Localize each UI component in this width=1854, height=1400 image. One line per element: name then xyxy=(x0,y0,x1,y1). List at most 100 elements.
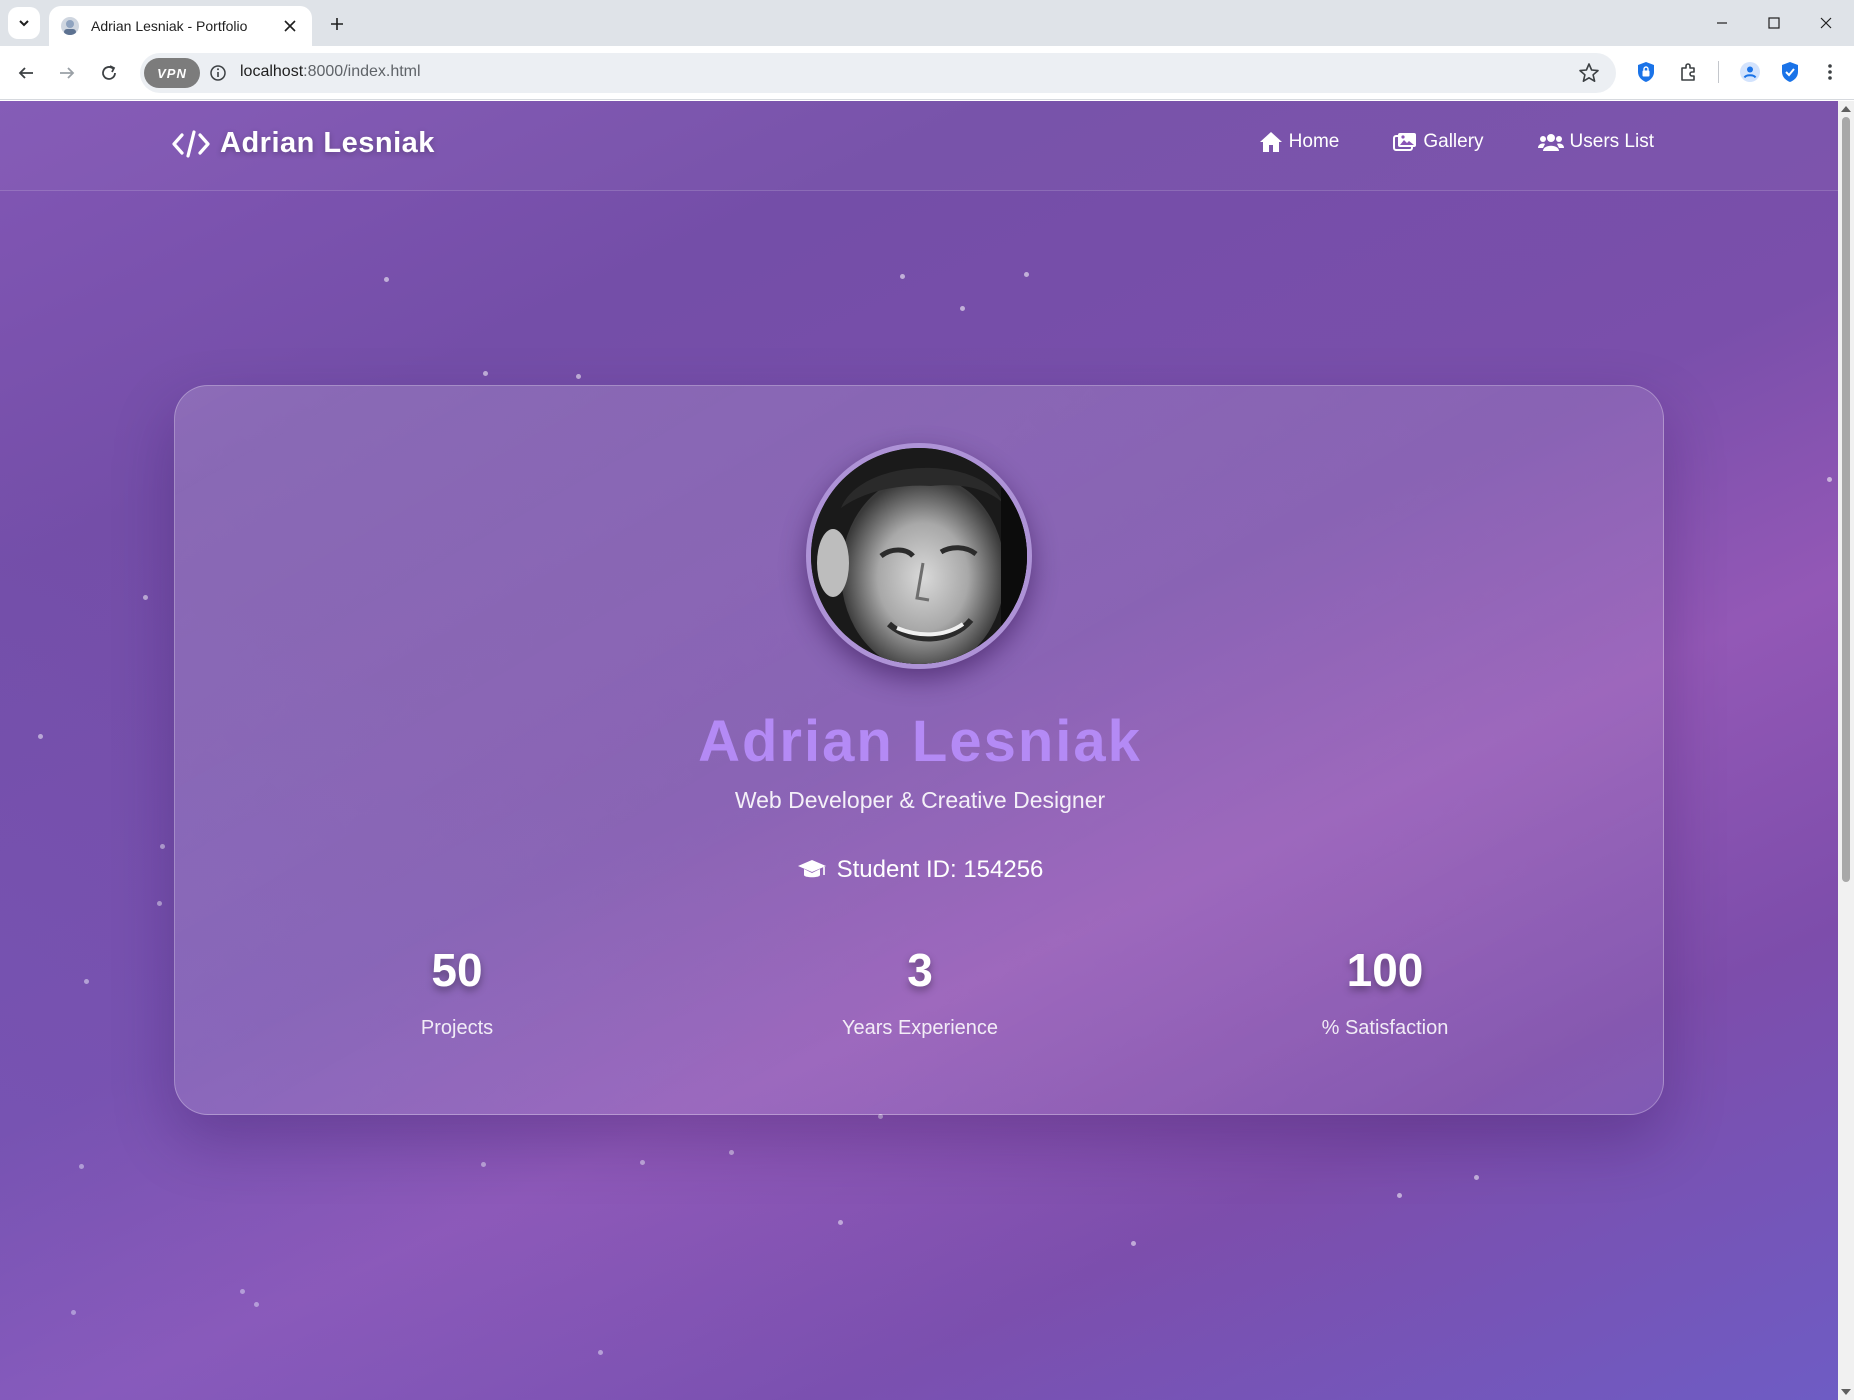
hero-name: Adrian Lesniak xyxy=(698,709,1142,774)
stat-experience: 3 Years Experience xyxy=(760,941,1080,1040)
info-icon xyxy=(210,65,226,81)
particle-dot xyxy=(1397,1193,1402,1198)
particle-dot xyxy=(1024,272,1029,277)
vpn-badge[interactable]: VPN xyxy=(144,58,200,88)
particle-dot xyxy=(838,1220,843,1225)
toolbar-separator xyxy=(1718,61,1719,83)
profile-button[interactable] xyxy=(1736,58,1764,86)
particle-dot xyxy=(1474,1175,1479,1180)
stat-label: Years Experience xyxy=(841,1017,999,1039)
nav-link-home[interactable]: Home xyxy=(1259,131,1340,153)
extension-shield-button[interactable] xyxy=(1632,58,1660,86)
particle-dot xyxy=(1827,477,1832,482)
tab-search-button[interactable] xyxy=(8,7,40,39)
chevron-down-icon xyxy=(19,20,29,27)
code-icon xyxy=(172,129,210,158)
particle-dot xyxy=(900,274,905,279)
plus-icon xyxy=(331,18,343,30)
more-vertical-icon xyxy=(1828,64,1832,80)
users-icon xyxy=(1537,134,1564,151)
stat-value: 50 xyxy=(431,944,483,996)
arrow-left-icon xyxy=(18,67,33,79)
maximize-icon xyxy=(1768,17,1780,29)
tab-title: Adrian Lesniak - Portfolio xyxy=(91,18,248,34)
site-info-button[interactable] xyxy=(208,63,228,83)
tab-close-button[interactable] xyxy=(280,16,300,36)
maximize-button[interactable] xyxy=(1748,0,1800,46)
scroll-down-arrow[interactable] xyxy=(1841,1389,1851,1395)
particle-dot xyxy=(157,901,162,906)
stat-label: Projects xyxy=(420,1017,494,1039)
nav-links: Home Gallery Users List xyxy=(1205,131,1654,153)
particle-dot xyxy=(640,1160,645,1165)
security-extension-button[interactable] xyxy=(1776,58,1804,86)
puzzle-icon xyxy=(1681,63,1695,81)
particle-dot xyxy=(598,1350,603,1355)
nav-link-label: Home xyxy=(1288,131,1340,152)
scrollbar-thumb[interactable] xyxy=(1842,117,1850,882)
nav-link-gallery[interactable]: Gallery xyxy=(1393,131,1484,153)
browser-menu-button[interactable] xyxy=(1816,58,1844,86)
back-button[interactable] xyxy=(10,57,42,89)
brand-name: Adrian Lesniak xyxy=(220,127,435,159)
stat-value: 100 xyxy=(1346,944,1424,996)
url-path: :8000/index.html xyxy=(303,63,421,80)
browser-tab[interactable]: Adrian Lesniak - Portfolio xyxy=(49,6,312,46)
window-close-button[interactable] xyxy=(1800,0,1852,46)
extensions-button[interactable] xyxy=(1674,58,1702,86)
shield-lock-icon xyxy=(1638,62,1654,82)
close-icon xyxy=(284,20,296,32)
particle-dot xyxy=(576,374,581,379)
particle-dot xyxy=(481,1162,486,1167)
stat-satisfaction: 100 % Satisfaction xyxy=(1225,941,1545,1040)
graduation-cap-icon xyxy=(797,860,826,878)
minimize-button[interactable] xyxy=(1696,0,1748,46)
particle-dot xyxy=(254,1302,259,1307)
tab-favicon xyxy=(61,17,79,35)
url-host: localhost xyxy=(240,63,304,80)
stat-label: % Satisfaction xyxy=(1321,1017,1449,1039)
particle-dot xyxy=(143,595,148,600)
profile-icon xyxy=(1740,62,1760,82)
shield-check-icon xyxy=(1782,62,1798,82)
scroll-up-arrow[interactable] xyxy=(1841,106,1851,112)
profile-photo xyxy=(811,448,1027,664)
page-scrollbar[interactable] xyxy=(1838,101,1854,1400)
close-icon xyxy=(1820,17,1832,29)
particle-dot xyxy=(1131,1241,1136,1246)
student-id-text: Student ID: 154256 xyxy=(836,856,1044,883)
particle-dot xyxy=(84,979,89,984)
home-icon xyxy=(1259,132,1282,152)
browser-toolbar: VPN localhost:8000/index.html xyxy=(0,46,1854,100)
nav-link-users[interactable]: Users List xyxy=(1537,131,1654,153)
particle-dot xyxy=(79,1164,84,1169)
images-icon xyxy=(1393,133,1417,151)
arrow-right-icon xyxy=(60,67,75,79)
stat-value: 3 xyxy=(907,944,933,996)
brand-logo[interactable]: Adrian Lesniak xyxy=(172,127,435,160)
site-navbar: Adrian Lesniak Home Gallery Users List xyxy=(0,101,1838,191)
page-viewport: Adrian Lesniak Home Gallery Users List A… xyxy=(0,101,1838,1400)
profile-card: Adrian Lesniak Web Developer & Creative … xyxy=(174,385,1664,1115)
url-text[interactable]: localhost:8000/index.html xyxy=(240,63,421,81)
nav-link-label: Gallery xyxy=(1423,131,1484,152)
nav-link-label: Users List xyxy=(1569,131,1654,152)
reload-button[interactable] xyxy=(93,57,125,89)
forward-button[interactable] xyxy=(51,57,83,89)
stat-projects: 50 Projects xyxy=(297,941,617,1040)
address-bar[interactable]: VPN localhost:8000/index.html xyxy=(140,53,1616,93)
particle-dot xyxy=(483,371,488,376)
reload-icon xyxy=(102,65,116,80)
particle-dot xyxy=(38,734,43,739)
bookmark-star-icon[interactable] xyxy=(1578,62,1600,84)
particle-dot xyxy=(960,306,965,311)
hero-subtitle: Web Developer & Creative Designer xyxy=(734,787,1106,813)
particle-dot xyxy=(160,844,165,849)
avatar xyxy=(806,443,1032,669)
minimize-icon xyxy=(1717,22,1727,24)
particle-dot xyxy=(729,1150,734,1155)
student-id: Student ID: 154256 xyxy=(175,856,1665,884)
tab-strip: Adrian Lesniak - Portfolio xyxy=(0,0,1854,46)
new-tab-button[interactable] xyxy=(322,9,352,39)
particle-dot xyxy=(384,277,389,282)
